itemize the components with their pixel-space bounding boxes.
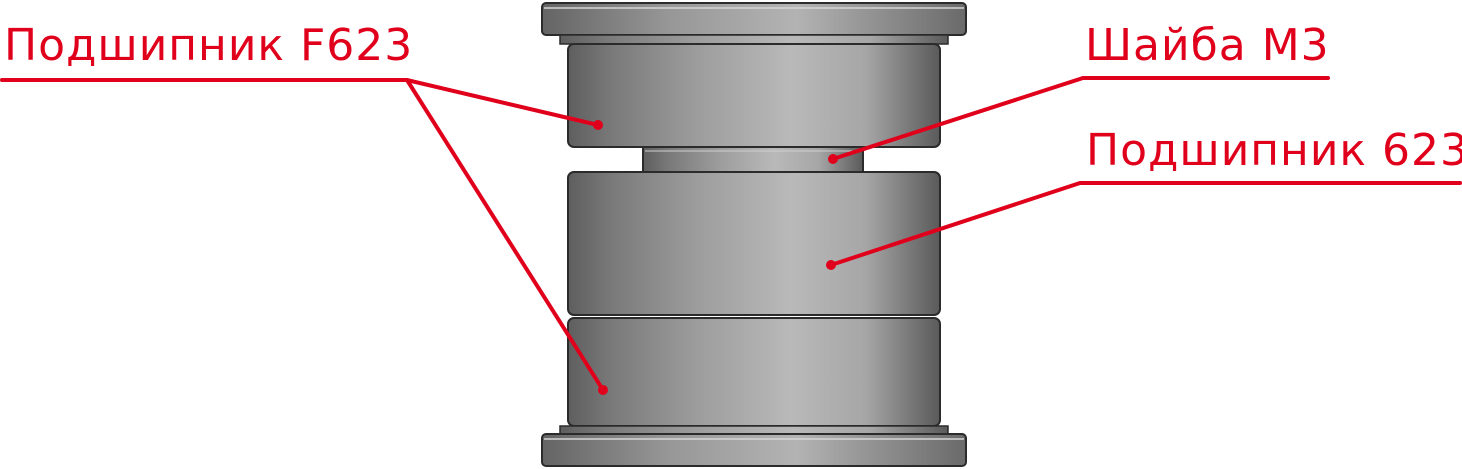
leader-dot-washer-m3 (828, 154, 838, 164)
leader-line-f623-top (0, 78, 600, 127)
bearing-623 (567, 171, 941, 316)
bottom-flange (541, 433, 967, 467)
top-flange (541, 2, 967, 36)
bearing-f623-bottom (559, 317, 949, 435)
label-bearing-623: Подшипник 623 (1086, 125, 1462, 176)
leader-dot-f623-top (593, 120, 603, 130)
leader-dot-bearing-623 (826, 260, 836, 270)
label-bearing-f623: Подшипник F623 (4, 20, 413, 71)
assembly-drawing: Подшипник F623 Шайба М3 Подшипник 623 (0, 0, 1462, 469)
label-washer-m3: Шайба М3 (1085, 20, 1330, 71)
assembly-svg: Подшипник F623 Шайба М3 Подшипник 623 (0, 2, 1462, 467)
leader-dot-f623-bottom (598, 385, 608, 395)
bearing-f623-top (559, 34, 949, 148)
